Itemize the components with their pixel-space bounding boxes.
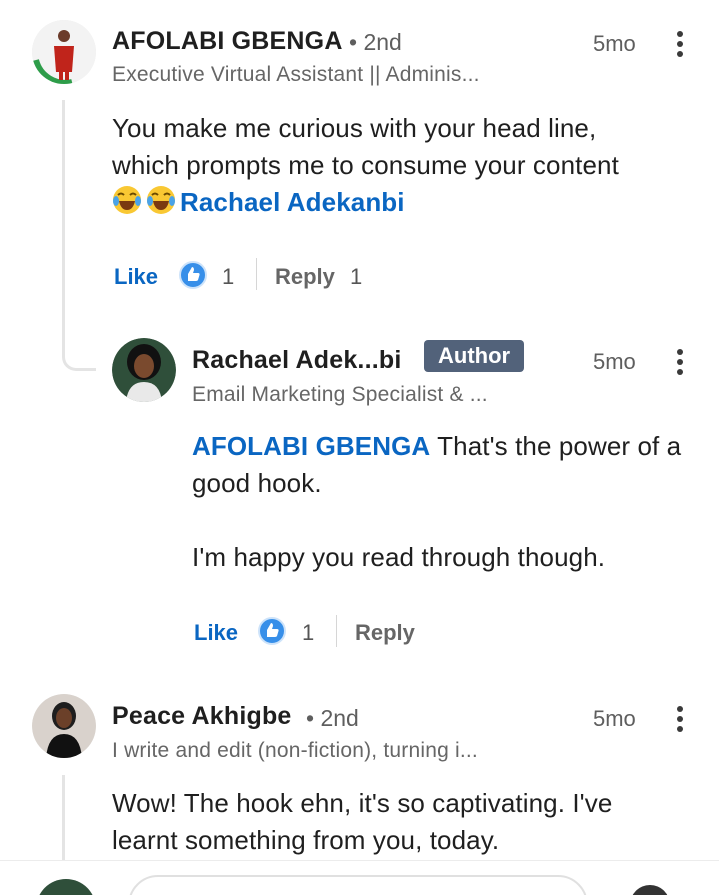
- reply-button[interactable]: Reply: [275, 264, 335, 290]
- laughing-emoji-icon: [147, 186, 175, 214]
- timestamp: 5mo: [593, 349, 636, 374]
- comment-line: I'm happy you read through though.: [192, 542, 606, 572]
- reply-button[interactable]: Reply: [355, 620, 415, 646]
- author-name[interactable]: AFOLABI GBENGA: [112, 27, 343, 56]
- author-headline: Executive Virtual Assistant || Adminis..…: [112, 63, 480, 86]
- comment-line: You make me curious with your head line,: [112, 113, 597, 143]
- like-count: 1: [222, 264, 235, 289]
- like-button[interactable]: Like: [114, 264, 158, 290]
- like-count: 1: [302, 620, 315, 645]
- like-reaction-icon[interactable]: [179, 261, 207, 289]
- more-options-icon[interactable]: [675, 706, 685, 734]
- comment-line: good hook.: [192, 468, 322, 498]
- like-button[interactable]: Like: [194, 620, 238, 646]
- reply-count: 1: [350, 264, 363, 289]
- avatar[interactable]: [112, 338, 176, 402]
- connection-degree: • 2nd: [306, 705, 359, 731]
- timestamp: 5mo: [593, 706, 636, 731]
- mention-link[interactable]: AFOLABI GBENGA: [192, 431, 430, 461]
- comment-line: learnt something from you, today.: [112, 825, 500, 855]
- send-icon[interactable]: [630, 885, 670, 895]
- comment-line: which prompts me to consume your content: [112, 150, 619, 180]
- timestamp: 5mo: [593, 31, 636, 56]
- comment-line: Wow! The hook ehn, it's so captivating. …: [112, 788, 613, 818]
- thread-line: [62, 775, 65, 860]
- avatar-image: [112, 338, 176, 402]
- author-badge: Author: [424, 340, 525, 372]
- author-name[interactable]: Rachael Adek...bi: [192, 346, 402, 375]
- author-headline: Email Marketing Specialist & ...: [192, 383, 488, 406]
- comment-text: You make me curious with your head line,…: [112, 110, 619, 221]
- comment-text: AFOLABI GBENGA That's the power of a goo…: [192, 428, 681, 576]
- comment-line: That's the power of a: [430, 431, 682, 461]
- like-reaction-icon[interactable]: [258, 617, 286, 645]
- thread-line: [62, 100, 65, 352]
- avatar[interactable]: [32, 694, 96, 758]
- avatar: [36, 879, 96, 895]
- avatar[interactable]: [32, 20, 96, 84]
- avatar-image: [32, 20, 96, 84]
- comment-compose-bar: [0, 860, 719, 895]
- connection-degree: • 2nd: [349, 29, 402, 55]
- laughing-emoji-icon: [113, 186, 141, 214]
- action-divider: [256, 258, 257, 290]
- action-divider: [336, 615, 337, 647]
- thread-connector: [62, 340, 96, 371]
- more-options-icon[interactable]: [675, 31, 685, 59]
- comment-input[interactable]: [128, 875, 588, 895]
- comment-text: Wow! The hook ehn, it's so captivating. …: [112, 785, 612, 859]
- avatar-image: [32, 694, 96, 758]
- author-name[interactable]: Peace Akhigbe: [112, 702, 292, 731]
- more-options-icon[interactable]: [675, 349, 685, 377]
- author-headline: I write and edit (non-fiction), turning …: [112, 739, 478, 762]
- mention-link[interactable]: Rachael Adekanbi: [180, 187, 405, 217]
